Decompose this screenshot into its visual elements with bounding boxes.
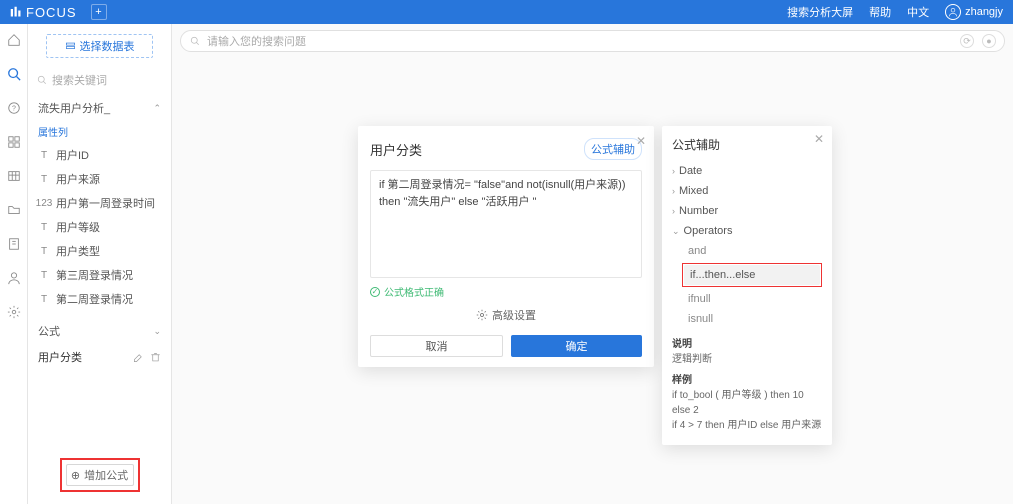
status-text: 公式格式正确: [384, 284, 444, 299]
helper-cat-mixed[interactable]: Mixed: [672, 181, 822, 201]
operator-isnull[interactable]: isnull: [682, 309, 822, 329]
formula-modal: ✕ 用户分类 公式辅助 if 第二周登录情况= "false"and not(i…: [358, 126, 654, 367]
check-icon: ✓: [370, 287, 380, 297]
helper-cat-date[interactable]: Date: [672, 161, 822, 181]
operator-and[interactable]: and: [682, 241, 822, 261]
formula-status: ✓ 公式格式正确: [370, 284, 642, 299]
helper-cat-operators[interactable]: Operators: [672, 221, 822, 241]
chevron-right-icon: [672, 206, 675, 216]
gear-icon: [476, 309, 488, 321]
chevron-right-icon: [672, 166, 675, 176]
advanced-label: 高级设置: [492, 307, 536, 323]
confirm-button[interactable]: 确定: [511, 335, 642, 357]
operator-ifnull[interactable]: ifnull: [682, 289, 822, 309]
helper-cat-number[interactable]: Number: [672, 201, 822, 221]
helper-info: 说明 逻辑判断 样例 if to_bool ( 用户等级 ) then 10 e…: [672, 337, 822, 433]
example-line-2: if 4 > 7 then 用户ID else 用户来源: [672, 418, 822, 433]
example-label: 样例: [672, 373, 822, 388]
example-line-1: if to_bool ( 用户等级 ) then 10 else 2: [672, 388, 822, 418]
modal-title: 用户分类: [370, 140, 422, 159]
operator-if-then-else-highlight: if...then...else: [682, 263, 822, 287]
operator-if-then-else[interactable]: if...then...else: [684, 265, 820, 285]
cancel-button[interactable]: 取消: [370, 335, 503, 357]
helper-title: 公式辅助: [672, 136, 822, 153]
desc-text: 逻辑判断: [672, 352, 822, 367]
chevron-right-icon: [672, 186, 675, 196]
formula-helper-panel: ✕ 公式辅助 Date Mixed Number Operators and i…: [662, 126, 832, 445]
formula-editor[interactable]: if 第二周登录情况= "false"and not(isnull(用户来源))…: [370, 170, 642, 278]
desc-label: 说明: [672, 337, 822, 352]
close-icon[interactable]: ✕: [814, 132, 824, 146]
formula-helper-link[interactable]: 公式辅助: [584, 138, 642, 160]
advanced-settings-button[interactable]: 高级设置: [370, 307, 642, 323]
chevron-down-icon: [672, 226, 680, 237]
close-icon[interactable]: ✕: [636, 134, 646, 148]
